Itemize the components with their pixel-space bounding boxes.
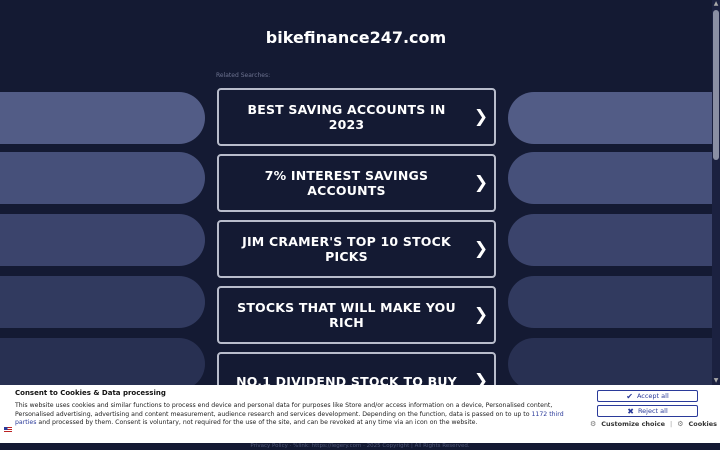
- customize-choice-link[interactable]: Customize choice: [601, 420, 665, 428]
- cookies-link[interactable]: Cookies: [689, 420, 718, 428]
- chevron-right-icon: ❯: [473, 305, 489, 325]
- bg-band-left: [0, 338, 205, 390]
- check-icon: ✔: [626, 391, 633, 401]
- link-separator: |: [670, 420, 673, 428]
- related-searches-label: Related Searches:: [216, 72, 271, 79]
- gear-icon: ⚙: [590, 420, 597, 428]
- search-tile-interest-savings[interactable]: 7% INTEREST SAVINGS ACCOUNTS ❯: [217, 154, 496, 212]
- scroll-down-arrow-icon[interactable]: ▼: [712, 377, 720, 385]
- bg-band-left: [0, 92, 205, 144]
- accept-all-button[interactable]: ✔ Accept all: [597, 390, 698, 402]
- reject-all-button[interactable]: ✖ Reject all: [597, 405, 698, 417]
- consent-title: Consent to Cookies & Data processing: [15, 389, 166, 397]
- tile-label: 7% INTEREST SAVINGS ACCOUNTS: [264, 168, 429, 198]
- footer-text: Privacy Policy · %link: https://legery.c…: [250, 443, 470, 449]
- cookie-consent-banner: Consent to Cookies & Data processing Thi…: [0, 385, 720, 443]
- x-icon: ✖: [627, 406, 634, 416]
- consent-text-part1: This website uses cookies and similar fu…: [15, 402, 553, 418]
- bg-band-right: [508, 92, 720, 144]
- consent-text-part2: and processed by them. Consent is volunt…: [36, 419, 478, 427]
- bg-band-right: [508, 276, 720, 328]
- bg-band-right: [508, 338, 720, 390]
- tile-label: STOCKS THAT WILL MAKE YOU RICH: [237, 300, 456, 330]
- cookie-icon: ⚙: [677, 420, 684, 428]
- scroll-thumb[interactable]: [713, 10, 719, 160]
- search-tile-stocks-rich[interactable]: STOCKS THAT WILL MAKE YOU RICH ❯: [217, 286, 496, 344]
- tile-label: BEST SAVING ACCOUNTS IN 2023: [247, 102, 446, 132]
- scroll-up-arrow-icon[interactable]: ▲: [712, 0, 720, 8]
- consent-text: This website uses cookies and similar fu…: [15, 402, 585, 428]
- page-scrollbar[interactable]: ▲ ▼: [712, 0, 720, 385]
- chevron-right-icon: ❯: [473, 107, 489, 127]
- tile-label: JIM CRAMER'S TOP 10 STOCK PICKS: [242, 234, 451, 264]
- bg-band-left: [0, 214, 205, 266]
- site-title: bikefinance247.com: [265, 28, 447, 47]
- chevron-right-icon: ❯: [473, 239, 489, 259]
- bg-band-left: [0, 152, 205, 204]
- accept-all-label: Accept all: [636, 392, 669, 400]
- search-tile-best-saving-accounts[interactable]: BEST SAVING ACCOUNTS IN 2023 ❯: [217, 88, 496, 146]
- reject-all-label: Reject all: [637, 407, 668, 415]
- search-tile-jim-cramer-picks[interactable]: JIM CRAMER'S TOP 10 STOCK PICKS ❯: [217, 220, 496, 278]
- bg-band-right: [508, 152, 720, 204]
- us-flag-icon: [4, 427, 12, 433]
- flag-icon[interactable]: [4, 427, 12, 435]
- bg-band-left: [0, 276, 205, 328]
- chevron-right-icon: ❯: [473, 173, 489, 193]
- consent-links: ⚙ Customize choice | ⚙ Cookies: [590, 420, 717, 428]
- bg-band-right: [508, 214, 720, 266]
